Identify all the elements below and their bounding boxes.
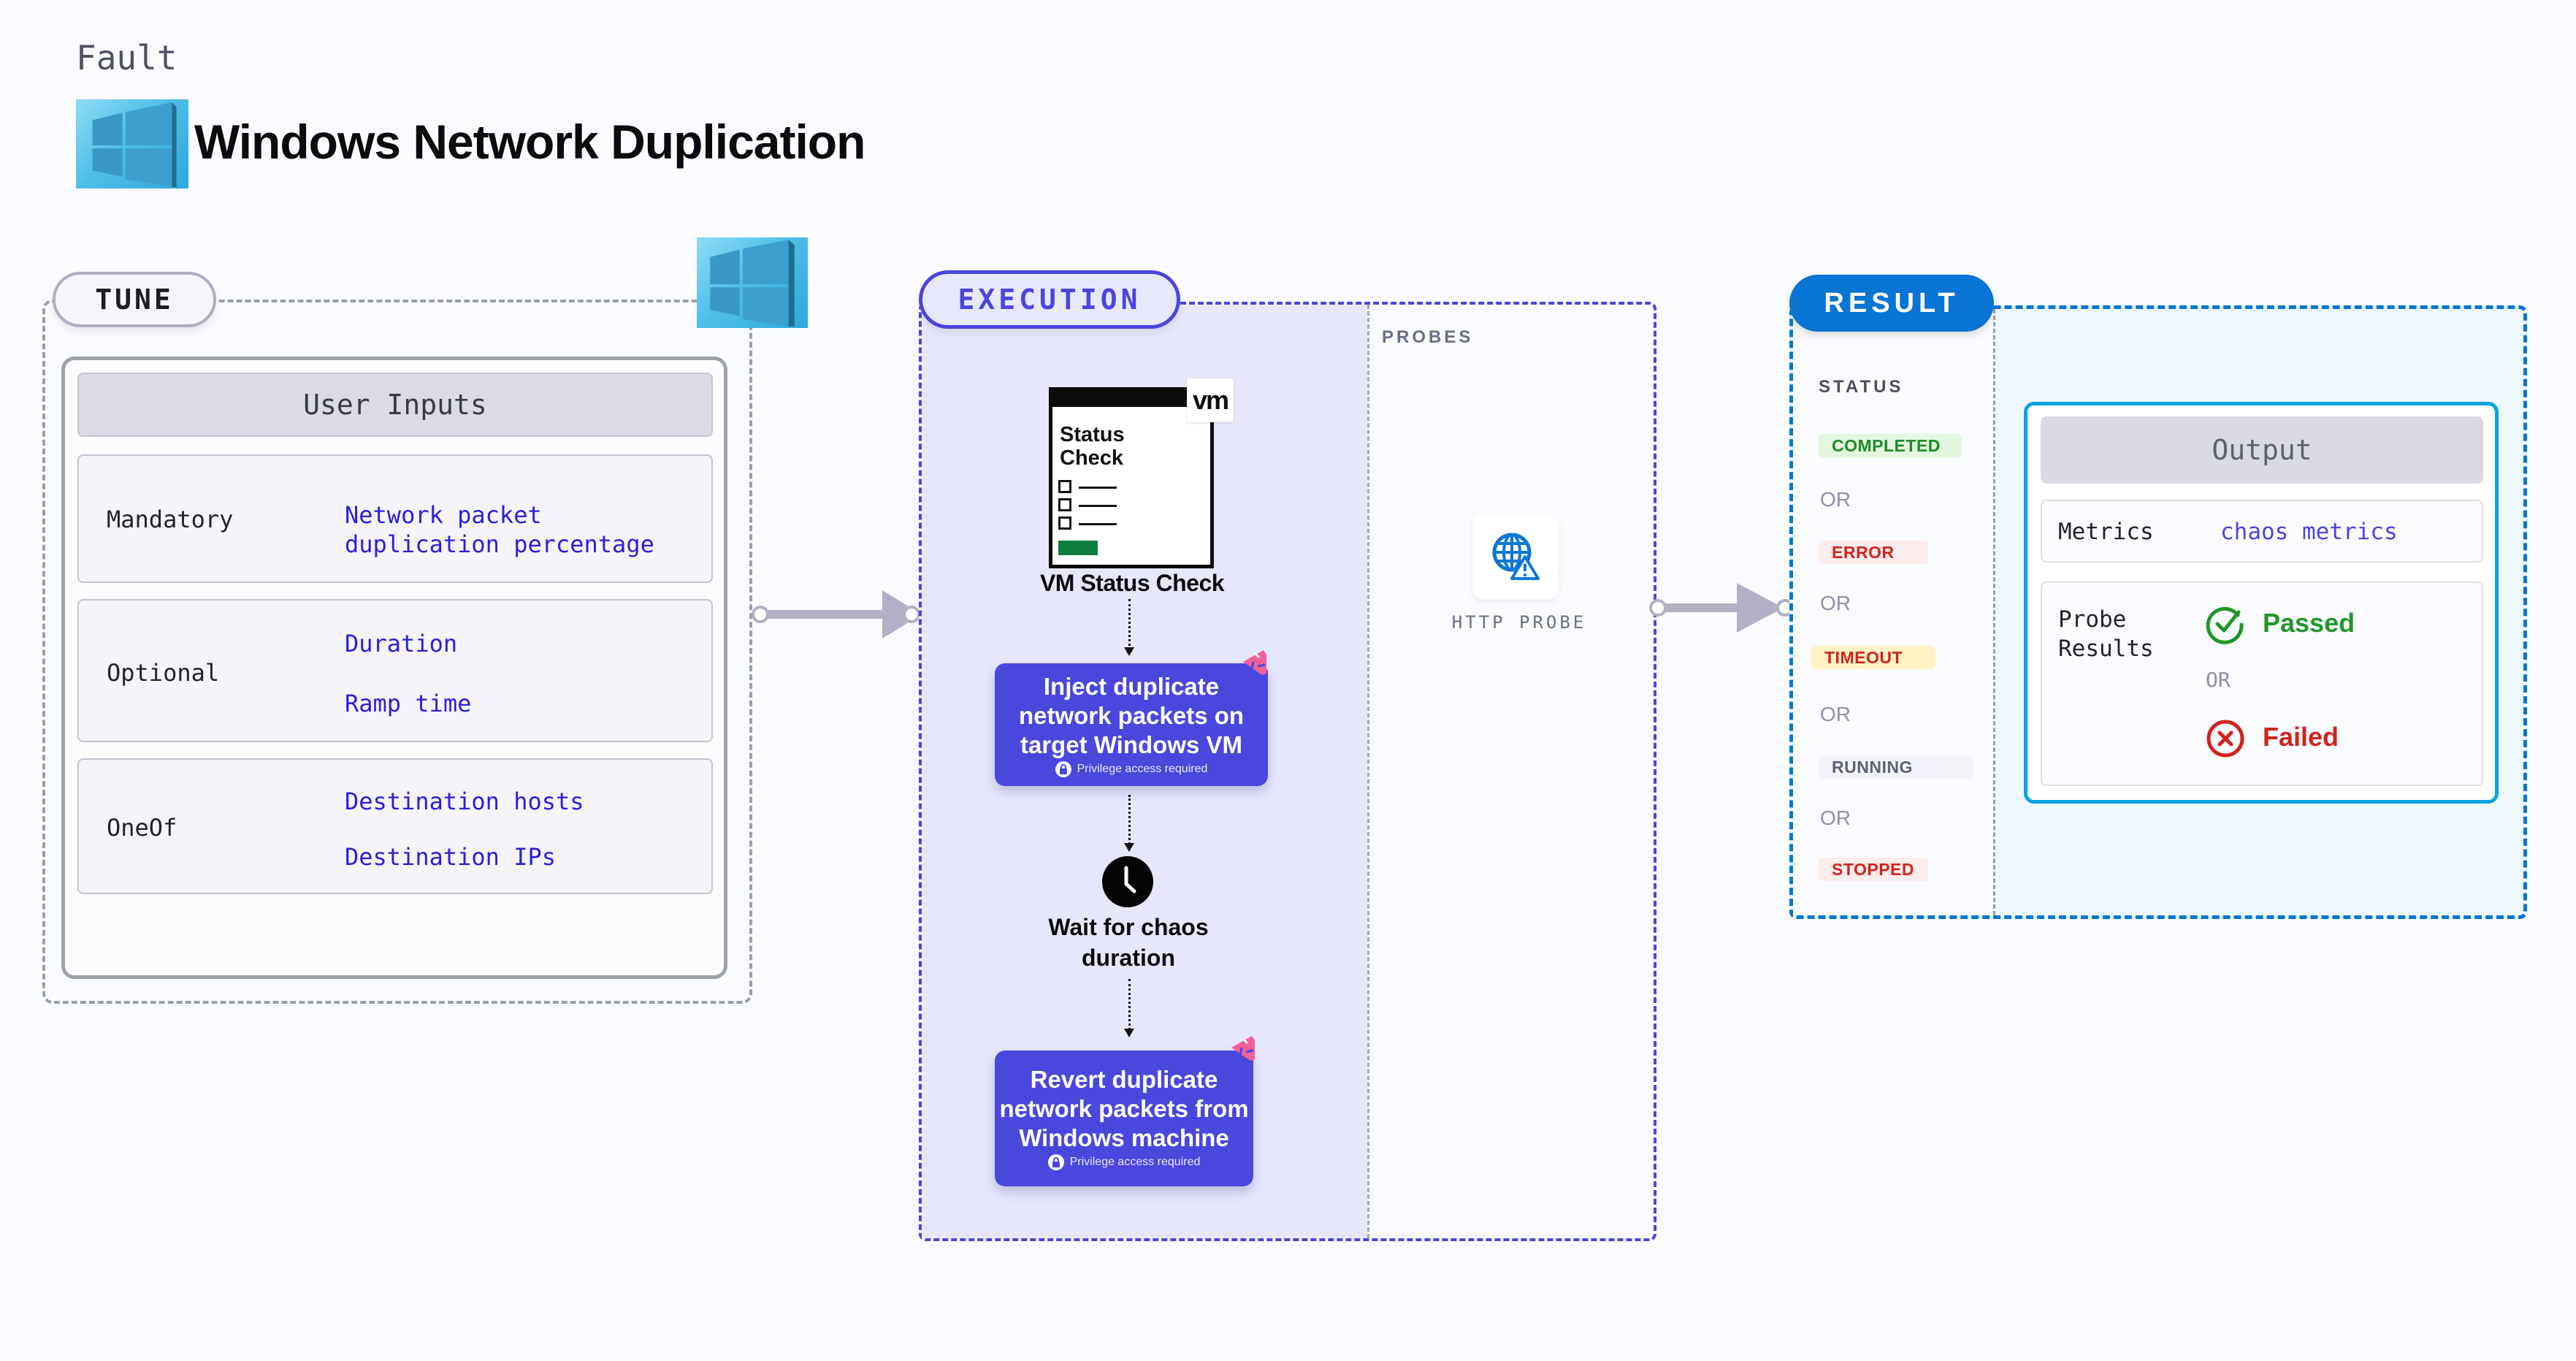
input-value: Network packet <box>345 501 542 529</box>
chaos-hub-badge-icon <box>1242 649 1269 676</box>
globe-warning-icon <box>1492 533 1540 580</box>
step-title-line: Windows machine <box>1019 1124 1229 1151</box>
fault-category-label: Fault <box>76 38 177 77</box>
user-inputs-title: User Inputs <box>77 373 713 437</box>
page-title: Windows Network Duplication <box>194 115 865 169</box>
status-badge-timeout: TIMEOUT <box>1811 646 1935 669</box>
or-separator: OR <box>1820 592 1851 614</box>
execution-label: EXECUTION <box>919 270 1180 329</box>
input-row-label: Optional <box>107 659 220 687</box>
probe-results-row: Probe Results Passed OR Failed <box>2041 582 2483 786</box>
input-value: duplication percentage <box>345 530 654 558</box>
check-circle-icon <box>2206 605 2245 648</box>
flow-arrow <box>1645 583 1798 634</box>
lock-icon <box>1047 1154 1064 1170</box>
input-row-oneof: OneOf Destination hosts Destination IPs <box>77 758 713 894</box>
status-badge-error: ERROR <box>1819 541 1928 564</box>
input-row-label: OneOf <box>107 814 177 842</box>
or-separator: OR <box>2206 668 2231 692</box>
checklist-line <box>1079 523 1117 525</box>
http-probe-label: HTTP PROBE <box>1451 612 1587 633</box>
probe-failed-label: Failed <box>2263 722 2339 752</box>
lock-icon <box>1055 761 1071 777</box>
checkbox-icon <box>1058 516 1071 530</box>
input-row-mandatory: Mandatory Network packet duplication per… <box>77 454 713 583</box>
input-value: Ramp time <box>345 690 472 717</box>
checklist-line <box>1079 505 1117 507</box>
arrow-down-icon <box>1124 1029 1134 1037</box>
step-title-line: network packets from <box>999 1095 1249 1122</box>
step-title-line: network packets on <box>1018 702 1245 729</box>
inject-step-card: Inject duplicate network packets on targ… <box>995 663 1268 786</box>
arrow-down-icon <box>1124 843 1134 852</box>
checklist-line <box>1079 487 1117 489</box>
document-title-line: Check <box>1060 446 1124 470</box>
output-title: Output <box>2041 416 2483 484</box>
status-badge-running: RUNNING <box>1819 755 1973 779</box>
arrow-down-icon <box>1124 647 1134 656</box>
status-heading: STATUS <box>1819 377 1904 397</box>
wait-caption-line: Wait for chaos <box>1048 914 1209 940</box>
metrics-value: chaos metrics <box>2220 519 2398 545</box>
result-label: RESULT <box>1789 275 1994 332</box>
step-title-line: Inject duplicate <box>1043 673 1220 700</box>
probe-results-label: Probe <box>2058 606 2127 633</box>
wait-caption-line: duration <box>1082 945 1175 971</box>
or-separator: OR <box>1820 703 1851 725</box>
status-badge-stopped: STOPPED <box>1819 858 1928 881</box>
flow-connector <box>1128 795 1131 845</box>
windows-logo-icon <box>76 99 188 188</box>
flow-connector <box>1128 599 1131 650</box>
status-ok-bar <box>1058 541 1098 555</box>
checkbox-icon <box>1058 480 1071 493</box>
vm-status-check-caption: VM Status Check <box>1039 570 1225 596</box>
tune-label: TUNE <box>53 272 216 327</box>
revert-step-card: Revert duplicate network packets from Wi… <box>995 1051 1253 1186</box>
status-badge-completed: COMPLETED <box>1819 434 1962 457</box>
clock-icon <box>1102 856 1153 907</box>
privilege-note: Privilege access required <box>1077 763 1208 775</box>
probes-label: PROBES <box>1382 327 1474 347</box>
input-value: Duration <box>345 630 458 657</box>
input-value: Destination hosts <box>345 788 584 815</box>
checkbox-icon <box>1058 498 1071 511</box>
windows-logo-icon <box>697 237 808 328</box>
or-separator: OR <box>1820 807 1851 829</box>
input-value: Destination IPs <box>345 843 556 871</box>
input-row-optional: Optional Duration Ramp time <box>77 599 713 742</box>
chaos-hub-badge-icon <box>1230 1034 1258 1062</box>
probes-divider <box>1367 305 1369 1238</box>
input-row-label: Mandatory <box>107 506 234 533</box>
flow-connector <box>1128 979 1131 1030</box>
vm-badge-icon: vm <box>1187 378 1234 422</box>
metrics-row: Metrics chaos metrics <box>2041 500 2483 563</box>
or-separator: OR <box>1820 488 1851 511</box>
privilege-note: Privilege access required <box>1069 1156 1201 1168</box>
document-title-line: Status <box>1060 423 1125 446</box>
x-circle-icon <box>2206 719 2245 762</box>
step-title-line: target Windows VM <box>1020 731 1243 758</box>
probe-passed-label: Passed <box>2263 608 2355 638</box>
metrics-label: Metrics <box>2058 519 2154 545</box>
flow-arrow <box>746 589 928 640</box>
probe-results-label: Results <box>2058 636 2154 662</box>
step-title-line: Revert duplicate <box>1030 1066 1218 1093</box>
http-probe-card[interactable] <box>1472 513 1559 599</box>
